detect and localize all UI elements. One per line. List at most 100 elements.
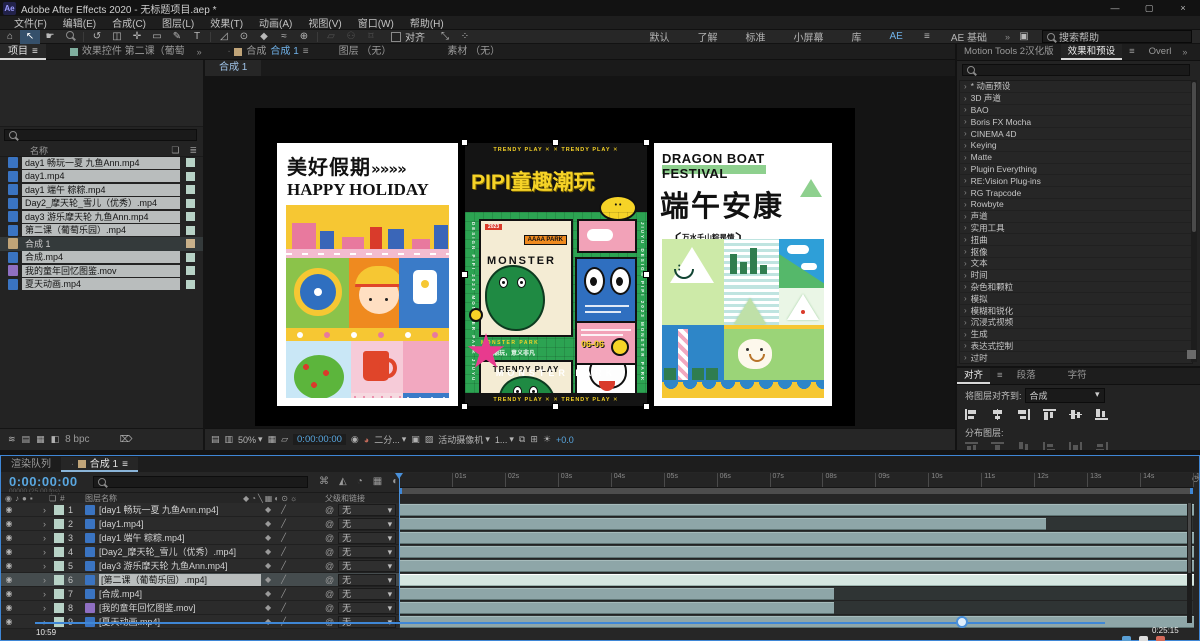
label-chip[interactable]: [186, 158, 195, 168]
work-area-bar[interactable]: [399, 488, 1193, 494]
effects-category[interactable]: › RE:Vision Plug-ins: [960, 175, 1192, 188]
pickwhip-icon[interactable]: @: [325, 561, 334, 571]
layer-expander[interactable]: ›: [43, 575, 54, 585]
effects-category[interactable]: › Rowbyte: [960, 199, 1192, 211]
align-bottom-icon[interactable]: [1095, 409, 1108, 420]
disclosure-caret-icon[interactable]: ›: [964, 247, 967, 256]
scrollbar-thumb[interactable]: [1192, 82, 1196, 232]
camera-select[interactable]: 活动摄像机 ▾: [438, 433, 490, 446]
viewer-tab-comp1[interactable]: 合成 1: [205, 60, 262, 76]
timeline-layer-row[interactable]: ◉ › 5 [day3 游乐摩天轮 九鱼Ann.mp4] ◆╱ @ 无 ▾: [1, 559, 399, 573]
selection-tool-icon[interactable]: ↖: [20, 29, 40, 44]
expand-icon[interactable]: ⤡: [435, 30, 455, 44]
roi-icon[interactable]: ▣: [411, 434, 420, 445]
type-tool-icon[interactable]: T: [187, 30, 207, 44]
layer-track-row[interactable]: [399, 531, 1194, 545]
effects-category[interactable]: › 抠像: [960, 246, 1192, 258]
layer-label-chip[interactable]: [54, 518, 64, 529]
time-ruler[interactable]: ◷ 01s 02s 03s 04s 05s 06s 07s 08s 09s 10s 11s 12s 13…: [399, 473, 1200, 488]
workspace-ae-label[interactable]: AE: [876, 31, 917, 42]
workspace-item-1[interactable]: 了解: [684, 29, 732, 44]
layer-duration-bar[interactable]: [400, 518, 1046, 530]
hide-shy-layers-icon[interactable]: ◔: [357, 476, 363, 487]
camera-tool-icon[interactable]: ◫: [107, 30, 127, 44]
workspace-ae-basic[interactable]: AE 基础: [937, 29, 1001, 44]
pickwhip-icon[interactable]: @: [325, 575, 334, 585]
current-time-display[interactable]: 0:00:00:00: [9, 474, 78, 489]
workspace-item-3[interactable]: 小屏幕: [780, 29, 838, 44]
menu-item-8[interactable]: 帮助(H): [402, 15, 452, 30]
new-folder-icon[interactable]: ▤: [22, 434, 31, 445]
layer-duration-bar[interactable]: [400, 588, 835, 600]
project-item[interactable]: 我的童年回忆图鉴.mov: [0, 264, 203, 278]
layer-track-row[interactable]: [399, 601, 1193, 615]
layer-name[interactable]: [day3 游乐摩天轮 九鱼Ann.mp4]: [99, 560, 261, 572]
effects-category[interactable]: › 声道: [960, 211, 1192, 223]
puppet-pin-tool-icon[interactable]: ⊕: [294, 30, 314, 44]
label-chip[interactable]: [186, 212, 195, 222]
pan-behind-tool-icon[interactable]: ✛: [127, 30, 147, 44]
layer-expander[interactable]: ›: [43, 519, 54, 529]
player-icon[interactable]: [1122, 636, 1131, 641]
layer-visibility-toggle[interactable]: ◉: [1, 519, 17, 528]
menu-item-4[interactable]: 效果(T): [202, 15, 251, 30]
layer-visibility-toggle[interactable]: ◉: [1, 617, 17, 626]
layer-expander[interactable]: ›: [43, 561, 54, 571]
disclosure-caret-icon[interactable]: ›: [964, 176, 967, 185]
menu-item-7[interactable]: 窗口(W): [350, 15, 402, 30]
layer-duration-bar[interactable]: [400, 560, 1194, 572]
switches-columns-icons[interactable]: ◆◔╲▦◐⊙☼: [243, 494, 325, 503]
viewer-timecode[interactable]: 0:00:00:00: [293, 434, 346, 445]
effects-category[interactable]: › 文本: [960, 258, 1192, 270]
disclosure-caret-icon[interactable]: ›: [964, 188, 967, 197]
disclosure-caret-icon[interactable]: ›: [964, 318, 967, 327]
effects-category[interactable]: › 扭曲: [960, 234, 1192, 247]
av-columns-icons[interactable]: ◉♪●▪: [1, 494, 49, 503]
label-chip[interactable]: [186, 185, 195, 195]
effects-category[interactable]: › RG Trapcode: [960, 187, 1192, 199]
label-chip[interactable]: [186, 171, 195, 181]
project-item[interactable]: 合成.mp4: [0, 251, 203, 265]
effects-category[interactable]: › BAO: [960, 105, 1192, 117]
menu-item-0[interactable]: 文件(F): [6, 15, 55, 30]
project-item[interactable]: 夏天动画.mp4: [0, 278, 203, 292]
layer-track-row[interactable]: [399, 545, 1194, 559]
align-left-icon[interactable]: [965, 409, 978, 420]
panel-menu-icon[interactable]: ≡: [303, 44, 309, 60]
effects-category[interactable]: › Matte: [960, 152, 1192, 164]
frame-blending-icon[interactable]: ▦: [373, 476, 382, 487]
workspace-menu-icon[interactable]: ≡: [917, 30, 937, 44]
brush-tool-icon[interactable]: ◿: [214, 30, 234, 44]
pickwhip-icon[interactable]: @: [325, 505, 334, 515]
minimize-button[interactable]: —: [1098, 0, 1132, 16]
parent-select[interactable]: 无▾: [338, 573, 397, 586]
timeline-vertical-scrollbar[interactable]: [1187, 503, 1192, 623]
layer-expander[interactable]: ›: [43, 589, 54, 599]
layer-visibility-toggle[interactable]: ◉: [1, 575, 17, 584]
align-v-center-icon[interactable]: [1069, 409, 1082, 420]
pickwhip-icon[interactable]: @: [325, 519, 334, 529]
disclosure-caret-icon[interactable]: ›: [964, 271, 967, 280]
layer-label-chip[interactable]: [54, 602, 64, 613]
project-item[interactable]: day3 游乐摩天轮 九鱼Ann.mp4: [0, 210, 203, 224]
tab-effect-controls[interactable]: 效果控件 第二课（葡萄: [62, 44, 193, 60]
layer-switches[interactable]: ◆╱: [261, 547, 325, 556]
pickwhip-icon[interactable]: @: [325, 589, 334, 599]
show-snapshot-icon[interactable]: ◕: [364, 435, 369, 445]
parent-select[interactable]: 无▾: [338, 559, 397, 572]
label-chip[interactable]: [186, 225, 195, 235]
zoom-tool-icon[interactable]: [60, 30, 80, 44]
tab-character[interactable]: 字符: [1061, 368, 1094, 384]
tabs-overflow-chevron[interactable]: »: [193, 47, 206, 57]
layer-name[interactable]: [day1 畅玩一夏 九鱼Ann.mp4]: [99, 504, 261, 516]
layer-track-row[interactable]: [399, 559, 1194, 573]
disclosure-caret-icon[interactable]: ›: [964, 294, 967, 303]
layer-duration-bar[interactable]: [400, 532, 1194, 544]
color-depth-icon[interactable]: ◧: [51, 434, 60, 445]
poster-happy-holiday[interactable]: 美好假期»»»» HAPPY HOLIDAY: [277, 143, 458, 406]
selection-handle[interactable]: [552, 403, 559, 410]
label-chip[interactable]: [186, 266, 195, 276]
selection-handle[interactable]: [461, 271, 468, 278]
layer-switches[interactable]: ◆╱: [261, 519, 325, 528]
disclosure-caret-icon[interactable]: ›: [964, 82, 967, 91]
